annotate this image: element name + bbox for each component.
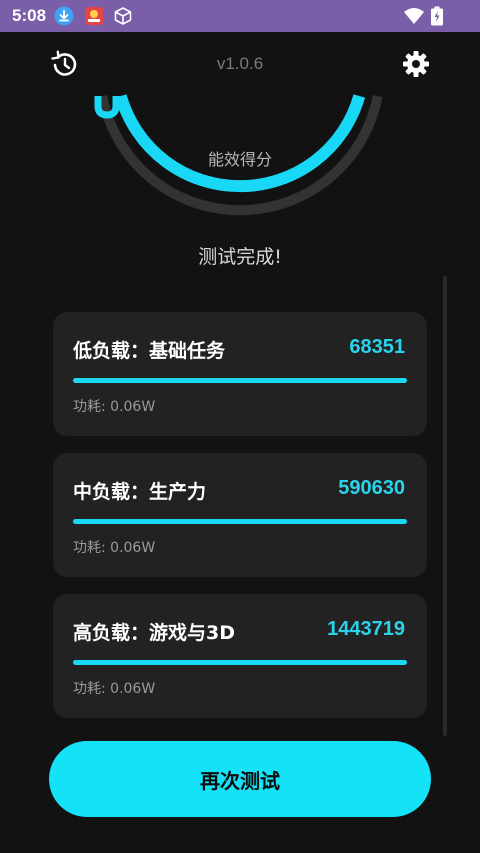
- battery-icon: [430, 6, 444, 26]
- gear-icon[interactable]: [401, 49, 431, 79]
- card-progress-bar: [73, 378, 407, 383]
- result-card-low: 低负载：基础任务 68351 功耗: 0.06W: [53, 312, 427, 436]
- card-score: 1443719: [327, 618, 405, 640]
- notification-app-icon: [84, 6, 104, 26]
- card-title: 中负载：生产力: [73, 481, 207, 503]
- download-icon: [54, 6, 74, 26]
- card-power: 功耗: 0.06W: [73, 540, 156, 556]
- card-progress-fill: [73, 519, 407, 524]
- scrollbar[interactable]: [443, 276, 447, 736]
- status-time: 5:08: [12, 6, 47, 25]
- card-progress-fill: [73, 660, 407, 665]
- gauge-arc: [114, 94, 366, 193]
- status-bar: 5:08: [0, 0, 480, 32]
- card-progress-fill: [73, 378, 407, 383]
- card-power: 功耗: 0.06W: [73, 681, 156, 697]
- card-power: 功耗: 0.06W: [73, 399, 156, 415]
- card-title: 高负载：游戏与3D: [73, 622, 235, 644]
- gauge-label: 能效得分: [207, 150, 272, 169]
- card-score: 590630: [338, 477, 405, 499]
- card-progress-bar: [73, 519, 407, 524]
- card-progress-bar: [73, 660, 407, 665]
- test-status: 测试完成!: [198, 246, 282, 268]
- retest-button[interactable]: 再次测试: [49, 741, 431, 817]
- cube-icon: [113, 6, 133, 26]
- app-screen: v1.0.6 能效得分 测试完成! 低负载：基础任务 68351 功耗: 0.0…: [0, 32, 480, 853]
- result-card-high: 高负载：游戏与3D 1443719 功耗: 0.06W: [53, 594, 427, 718]
- wifi-icon: [403, 6, 425, 26]
- result-card-mid: 中负载：生产力 590630 功耗: 0.06W: [53, 453, 427, 577]
- card-score: 68351: [349, 336, 405, 358]
- card-title: 低负载：基础任务: [73, 340, 226, 362]
